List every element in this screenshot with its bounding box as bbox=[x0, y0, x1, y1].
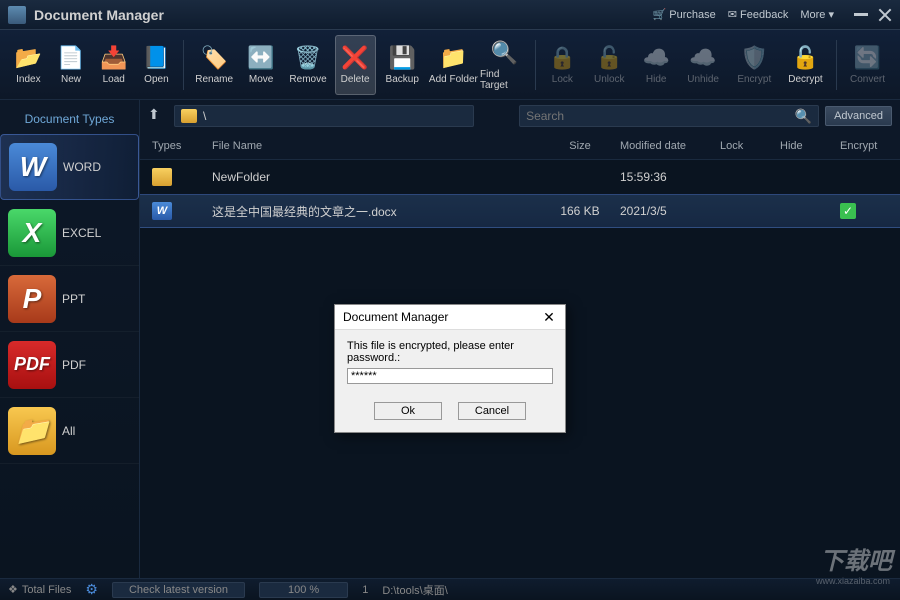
addfolder-button[interactable]: 📁Add Folder bbox=[429, 35, 478, 95]
pdf-icon: PDF bbox=[8, 341, 56, 389]
sidebar-item-excel[interactable]: XEXCEL bbox=[0, 200, 139, 266]
open-icon: 📘 bbox=[142, 44, 170, 72]
dialog-title: Document Manager bbox=[343, 310, 448, 324]
watermark: 下载吧 bbox=[820, 541, 892, 576]
sidebar-header: Document Types bbox=[0, 100, 139, 134]
cancel-button[interactable]: Cancel bbox=[458, 402, 526, 420]
new-button[interactable]: 📄New bbox=[51, 35, 92, 95]
table-row[interactable]: NewFolder15:59:36 bbox=[140, 160, 900, 194]
check-version-button[interactable]: Check latest version bbox=[112, 582, 245, 598]
dialog-close-icon[interactable]: ✕ bbox=[541, 309, 557, 325]
table-row[interactable]: W这是全中国最经典的文章之一.docx166 KB2021/3/5✓ bbox=[140, 194, 900, 228]
findtarget-button[interactable]: 🔍Find Target bbox=[480, 35, 529, 95]
close-button[interactable] bbox=[878, 8, 892, 22]
encrypted-check-icon: ✓ bbox=[840, 203, 856, 219]
table-body: NewFolder15:59:36W这是全中国最经典的文章之一.docx166 … bbox=[140, 160, 900, 228]
advanced-button[interactable]: Advanced bbox=[825, 106, 892, 126]
folder-icon bbox=[181, 109, 197, 123]
col-lock[interactable]: Lock bbox=[720, 140, 780, 152]
word-icon: W bbox=[9, 143, 57, 191]
dialog-message: This file is encrypted, please enter pas… bbox=[347, 340, 553, 364]
search-icon[interactable]: 🔍 bbox=[795, 108, 812, 125]
unhide-icon: ☁️ bbox=[689, 44, 717, 72]
unhide-button: ☁️Unhide bbox=[679, 35, 728, 95]
pathbar: ⬆ \ 🔍 Advanced bbox=[140, 100, 900, 132]
backup-icon: 💾 bbox=[388, 44, 416, 72]
file-count: 1 bbox=[362, 584, 368, 596]
titlebar: Document Manager 🛒 Purchase ✉ Feedback M… bbox=[0, 0, 900, 30]
addfolder-icon: 📁 bbox=[439, 44, 467, 72]
hide-icon: ☁️ bbox=[642, 44, 670, 72]
ppt-icon: P bbox=[8, 275, 56, 323]
toolbar: 📂Index📄New📥Load📘Open 🏷️Rename↔️Move🗑️Remo… bbox=[0, 30, 900, 100]
purchase-link[interactable]: 🛒 Purchase bbox=[653, 8, 716, 21]
new-icon: 📄 bbox=[57, 44, 85, 72]
rename-button[interactable]: 🏷️Rename bbox=[190, 35, 239, 95]
lock-button: 🔒Lock bbox=[542, 35, 583, 95]
col-name[interactable]: File Name bbox=[212, 140, 540, 152]
index-icon: 📂 bbox=[14, 44, 42, 72]
delete-button[interactable]: ❌Delete bbox=[335, 35, 376, 95]
col-hide[interactable]: Hide bbox=[780, 140, 840, 152]
rename-icon: 🏷️ bbox=[200, 44, 228, 72]
password-input[interactable] bbox=[347, 368, 553, 384]
settings-icon[interactable]: ⚙ bbox=[85, 581, 98, 598]
lock-icon: 🔒 bbox=[548, 44, 576, 72]
col-mod[interactable]: Modified date bbox=[620, 140, 720, 152]
delete-icon: ❌ bbox=[341, 44, 369, 72]
col-types[interactable]: Types bbox=[152, 140, 212, 152]
decrypt-icon: 🔓 bbox=[791, 44, 819, 72]
dialog-titlebar: Document Manager ✕ bbox=[335, 305, 565, 330]
folder-icon bbox=[152, 168, 172, 186]
title-links: 🛒 Purchase ✉ Feedback More ▾ bbox=[653, 8, 834, 21]
index-button[interactable]: 📂Index bbox=[8, 35, 49, 95]
decrypt-button[interactable]: 🔓Decrypt bbox=[781, 35, 830, 95]
move-button[interactable]: ↔️Move bbox=[241, 35, 282, 95]
remove-button[interactable]: 🗑️Remove bbox=[283, 35, 332, 95]
progress-indicator: 100 % bbox=[259, 582, 348, 598]
col-size[interactable]: Size bbox=[540, 140, 620, 152]
unlock-icon: 🔓 bbox=[595, 44, 623, 72]
all-icon: 📁 bbox=[8, 407, 56, 455]
convert-icon: 🔄 bbox=[853, 44, 881, 72]
sidebar-item-all[interactable]: 📁All bbox=[0, 398, 139, 464]
path-text: \ bbox=[203, 109, 206, 123]
up-button[interactable]: ⬆ bbox=[148, 106, 168, 126]
hide-button: ☁️Hide bbox=[636, 35, 677, 95]
word-file-icon: W bbox=[152, 202, 172, 220]
encrypt-button: 🛡️Encrypt bbox=[730, 35, 779, 95]
open-button[interactable]: 📘Open bbox=[136, 35, 177, 95]
ok-button[interactable]: Ok bbox=[374, 402, 442, 420]
current-path: D:\tools\桌面\ bbox=[382, 582, 447, 598]
findtarget-icon: 🔍 bbox=[491, 39, 519, 67]
app-title: Document Manager bbox=[34, 7, 653, 23]
load-icon: 📥 bbox=[100, 44, 128, 72]
backup-button[interactable]: 💾Backup bbox=[378, 35, 427, 95]
statusbar: ❖ Total Files ⚙ Check latest version 100… bbox=[0, 578, 900, 600]
sidebar-item-word[interactable]: WWORD bbox=[0, 134, 139, 200]
total-files-label: ❖ Total Files bbox=[8, 583, 71, 596]
convert-button: 🔄Convert bbox=[843, 35, 892, 95]
sidebar: Document Types WWORDXEXCELPPPTPDFPDF📁All bbox=[0, 100, 140, 578]
sidebar-item-pdf[interactable]: PDFPDF bbox=[0, 332, 139, 398]
path-box[interactable]: \ bbox=[174, 105, 474, 127]
load-button[interactable]: 📥Load bbox=[93, 35, 134, 95]
col-enc[interactable]: Encrypt bbox=[840, 140, 900, 152]
search-box[interactable]: 🔍 bbox=[519, 105, 819, 127]
remove-icon: 🗑️ bbox=[294, 44, 322, 72]
watermark-sub: www.xiazaiba.com bbox=[816, 576, 890, 586]
more-link[interactable]: More ▾ bbox=[800, 8, 834, 21]
unlock-button: 🔓Unlock bbox=[585, 35, 634, 95]
feedback-link[interactable]: ✉ Feedback bbox=[728, 8, 789, 21]
search-input[interactable] bbox=[526, 109, 795, 123]
move-icon: ↔️ bbox=[247, 44, 275, 72]
table-header: Types File Name Size Modified date Lock … bbox=[140, 132, 900, 160]
password-dialog: Document Manager ✕ This file is encrypte… bbox=[334, 304, 566, 433]
encrypt-icon: 🛡️ bbox=[740, 44, 768, 72]
minimize-button[interactable] bbox=[854, 13, 868, 16]
app-icon bbox=[8, 6, 26, 24]
window-controls bbox=[854, 8, 892, 22]
excel-icon: X bbox=[8, 209, 56, 257]
sidebar-item-ppt[interactable]: PPPT bbox=[0, 266, 139, 332]
